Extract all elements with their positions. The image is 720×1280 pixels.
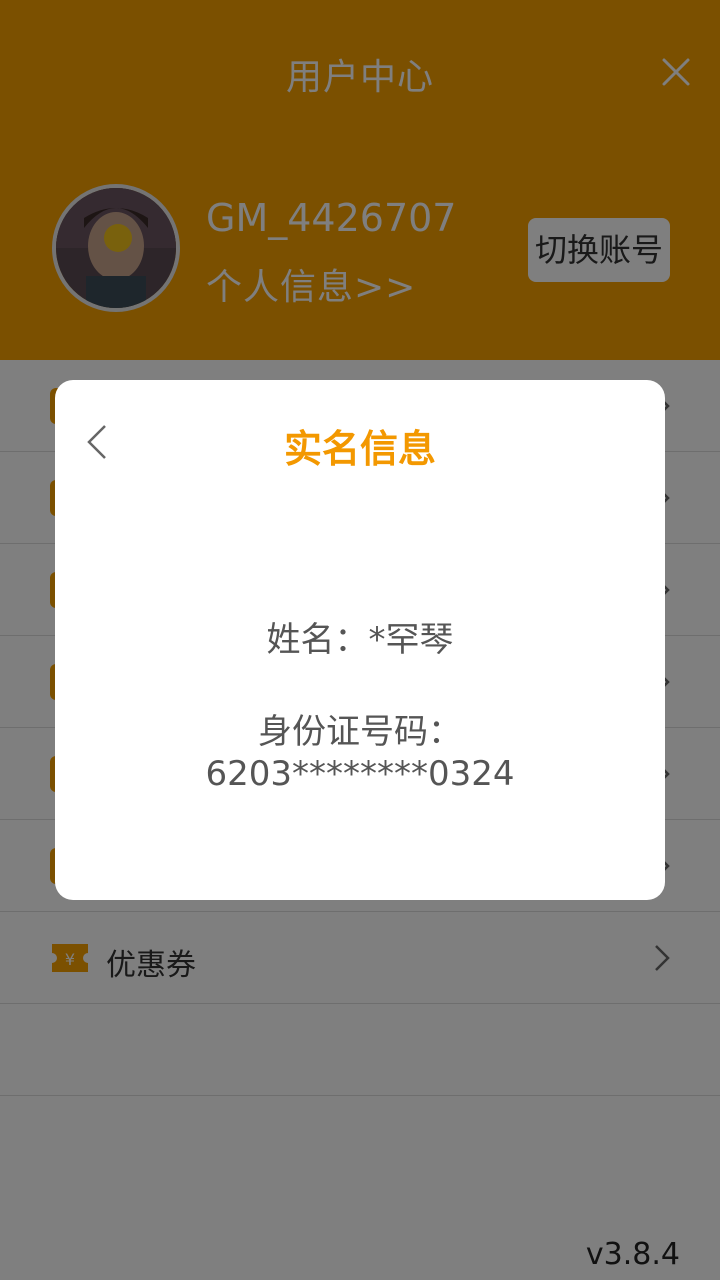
id-label: 身份证号码： (258, 712, 462, 752)
real-name-info-dialog: 实名信息 姓名：*罕琴 身份证号码： 6203********0324 (55, 380, 665, 900)
name-line: 姓名：*罕琴 (266, 620, 454, 660)
id-value: 6203********0324 (205, 754, 515, 794)
dialog-title: 实名信息 (283, 427, 436, 471)
